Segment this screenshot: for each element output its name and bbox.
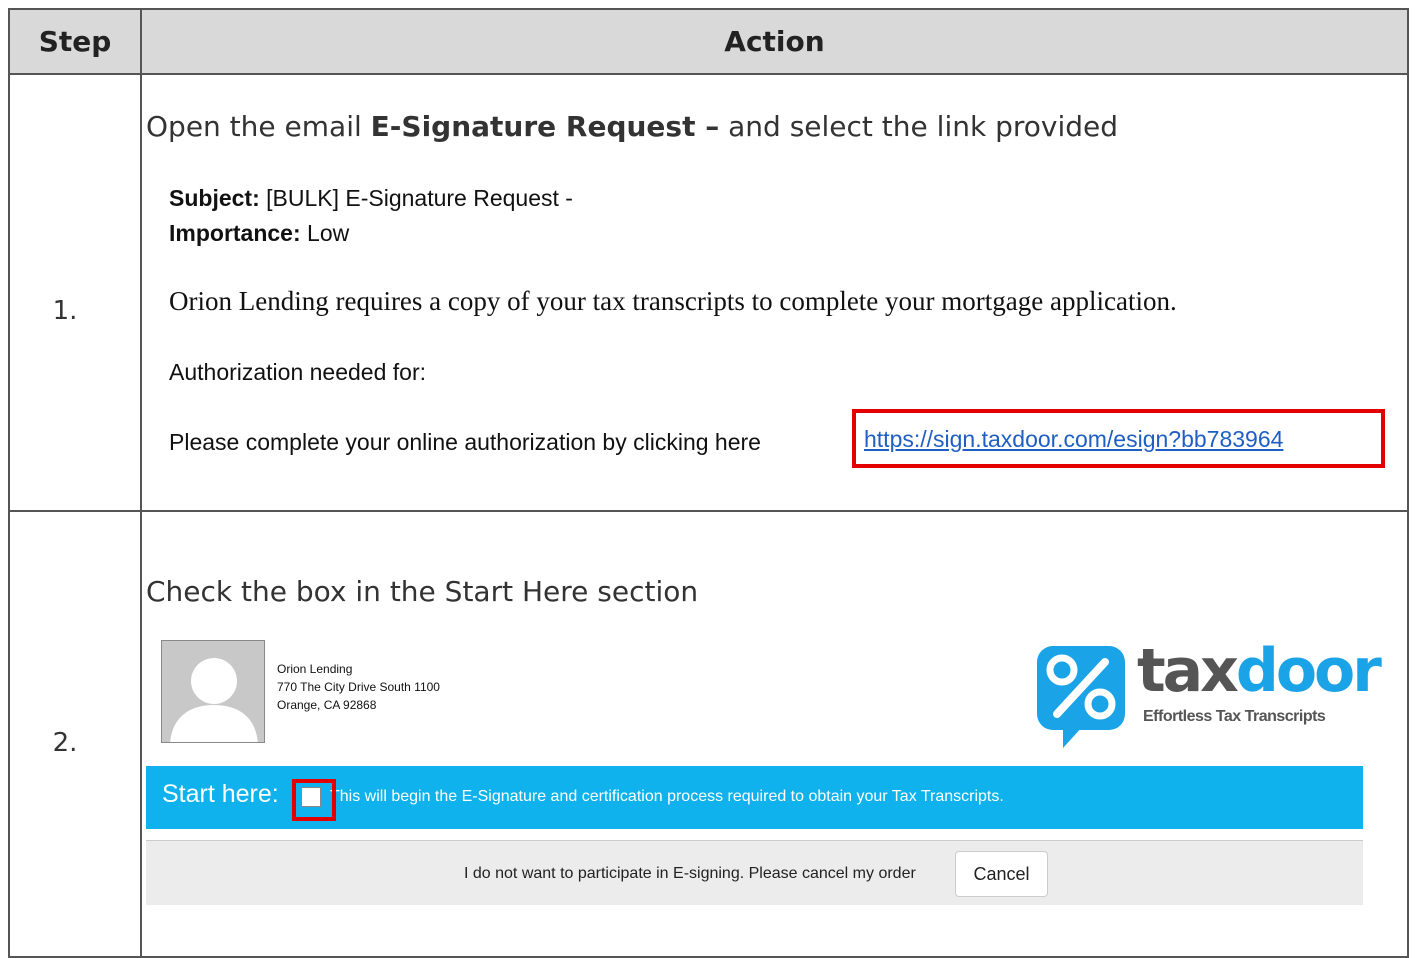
logo-wordmark-tax: tax [1137,636,1239,706]
lender-name: Orion Lending [277,662,353,676]
logo-wordmark: taxdoor [1137,636,1382,706]
cancel-bar: I do not want to participate in E-signin… [146,840,1363,905]
header-action: Action [724,25,825,58]
row-divider [10,510,1407,512]
email-importance: Importance: Low [169,220,349,247]
lender-address-line1: 770 The City Drive South 1100 [277,680,440,694]
lender-address: Orion Lending 770 The City Drive South 1… [277,660,440,714]
step1-instruction-prefix: Open the email [146,110,371,143]
subject-label: Subject: [169,185,260,211]
lender-address-line2: Orange, CA 92868 [277,698,377,712]
importance-label: Importance: [169,220,301,246]
subject-value: [BULK] E-Signature Request - [259,185,573,211]
email-body-line: Orion Lending requires a copy of your ta… [169,286,1177,316]
start-here-label: Start here: [162,780,279,808]
authorization-line: Authorization needed for: [169,359,427,385]
logo-tagline: Effortless Tax Transcripts [1143,708,1326,725]
step2-instruction: Check the box in the Start Here section [146,575,699,608]
step-number-1: 1. [52,296,78,326]
taxdoor-logo: taxdoor Effortless Tax Transcripts [1033,636,1382,750]
cancel-button[interactable]: Cancel [955,851,1048,897]
email-subject: Subject: [BULK] E-Signature Request - [169,185,573,212]
step-number-2: 2. [52,728,78,758]
cancel-text: I do not want to participate in E-signin… [464,865,916,882]
checkbox-highlight-box [292,779,336,821]
header-step: Step [38,25,112,58]
step1-instruction-suffix: and select the link provided [719,110,1119,143]
person-silhouette-icon [170,658,258,742]
avatar [161,640,265,743]
step1-instruction-bold: E-Signature Request – [370,110,720,143]
column-divider [140,10,142,956]
step1-instruction: Open the email E-Signature Request – and… [146,110,1118,143]
start-here-description: This will begin the E-Signature and cert… [330,788,1004,805]
complete-prefix: Please complete your online authorizatio… [169,429,761,455]
esign-link[interactable]: https://sign.taxdoor.com/esign?bb783964 [864,426,1283,453]
logo-wordmark-door: door [1235,636,1382,706]
importance-value: Low [300,220,350,246]
